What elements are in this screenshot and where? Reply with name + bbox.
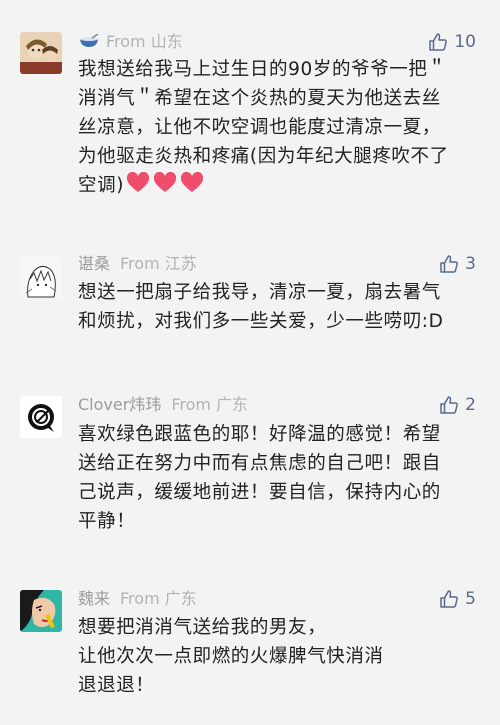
thumbs-up-icon xyxy=(439,395,459,415)
comment-meta: From 山东 xyxy=(78,30,183,54)
comment-text: 想送一把扇子给我导，清凉一夏，扇去暑气 和烦扰，对我们多一些关爱，少一些唠叨:D xyxy=(78,278,483,336)
avatar[interactable] xyxy=(20,257,62,299)
comment-line-with-hearts: 空调) xyxy=(78,171,483,203)
comment-meta: 谌桑 From 江苏 xyxy=(78,252,197,276)
comment-location: From 江苏 xyxy=(120,254,197,273)
comment-line: 己说声，缓缓地前进！要自信，保持内心的 xyxy=(78,482,441,503)
comment-line: 为他驱走炎热和疼痛(因为年纪大腿疼吹不了 xyxy=(78,146,449,167)
comment-item: 谌桑 From 江苏 3 想送一把扇子给我导，清凉一夏，扇去暑气 和烦扰，对我们多… xyxy=(0,200,500,375)
like-count: 5 xyxy=(465,589,476,609)
avatar[interactable] xyxy=(20,396,62,438)
comment-author[interactable]: 魏来 xyxy=(78,589,110,608)
comment-line: 平静！ xyxy=(78,511,136,532)
like-button[interactable]: 2 xyxy=(439,393,476,417)
thumbs-up-icon xyxy=(439,589,459,609)
comment-text: 想要把消消气送给我的男友， 让他次次一点即燃的火爆脾气快消消 退退退！ xyxy=(78,613,483,700)
avatar[interactable] xyxy=(20,590,62,632)
comment-line: 送给正在努力中而有点焦虑的自己吧！跟自 xyxy=(78,453,441,474)
comment-text: 喜欢绿色跟蓝色的耶！好降温的感觉！希望 送给正在努力中而有点焦虑的自己吧！跟自 … xyxy=(78,420,483,536)
comment-author[interactable]: 谌桑 xyxy=(78,254,110,273)
comment-meta: Clover炜玮 From 广东 xyxy=(78,393,248,417)
comment-line: 想送一把扇子给我导，清凉一夏，扇去暑气 xyxy=(78,282,441,303)
like-button[interactable]: 3 xyxy=(439,252,476,276)
heart-emoji-icon xyxy=(126,171,204,203)
comment-line: 退退退！ xyxy=(78,675,155,696)
comment-line: 空调) xyxy=(78,175,125,196)
comment-line: 喜欢绿色跟蓝色的耶！好降温的感觉！希望 xyxy=(78,424,441,445)
like-button[interactable]: 5 xyxy=(439,587,476,611)
like-count: 2 xyxy=(465,395,476,415)
comment-line: 丝凉意，让他不吹空调也能度过清凉一夏， xyxy=(78,117,441,138)
like-button[interactable]: 10 xyxy=(428,30,476,54)
comment-location: From 山东 xyxy=(106,32,183,51)
comment-line: 和烦扰，对我们多一些关爱，少一些唠叨:D xyxy=(78,311,444,332)
like-count: 3 xyxy=(465,254,476,274)
comment-line: 让他次次一点即燃的火爆脾气快消消 xyxy=(78,646,384,667)
comment-item: 魏来 From 广东 5 想要把消消气送给我的男友， 让他次次一点即燃的火爆脾气快… xyxy=(0,570,500,725)
avatar[interactable] xyxy=(20,32,62,74)
thumbs-up-icon xyxy=(428,32,448,52)
comment-line: 消消气＂希望在这个炎热的夏天为他送去丝 xyxy=(78,88,441,109)
comment-location: From 广东 xyxy=(120,589,197,608)
comment-meta: 魏来 From 广东 xyxy=(78,587,197,611)
comment-line: 想要把消消气送给我的男友， xyxy=(78,617,327,638)
comment-author[interactable]: Clover炜玮 xyxy=(78,395,161,414)
comment-item: From 山东 10 我想送给我马上过生日的90岁的爷爷一把＂ 消消气＂希望在这… xyxy=(0,0,500,200)
comment-line: 我想送给我马上过生日的90岁的爷爷一把＂ xyxy=(78,59,447,80)
comment-text: 我想送给我马上过生日的90岁的爷爷一把＂ 消消气＂希望在这个炎热的夏天为他送去丝… xyxy=(78,55,483,203)
bowl-emoji-icon xyxy=(78,31,100,55)
comment-location: From 广东 xyxy=(171,395,249,414)
like-count: 10 xyxy=(454,32,476,52)
comment-item: Clover炜玮 From 广东 2 喜欢绿色跟蓝色的耶！好降温的感觉！希望 送给… xyxy=(0,375,500,570)
thumbs-up-icon xyxy=(439,254,459,274)
